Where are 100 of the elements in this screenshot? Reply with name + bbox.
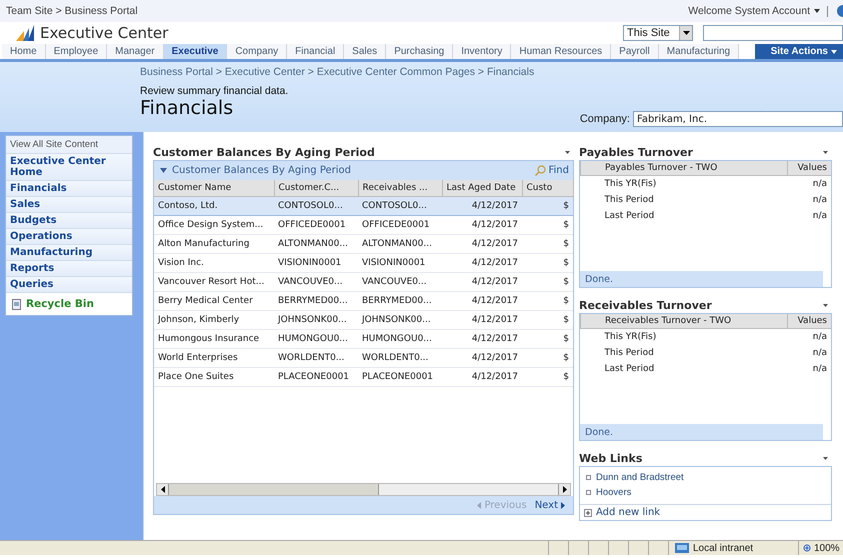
expand-icon [160,168,167,173]
caret-icon [823,150,828,154]
scope-dropdown[interactable]: This Site [623,25,693,41]
table-cell: Vision Inc. [154,254,274,272]
table-cell: 4/12/2017 [442,272,522,292]
nav-tab[interactable]: Payroll [611,44,659,59]
table-cell: ALTONMAN00... [358,234,442,254]
add-link[interactable]: Add new link [580,504,831,520]
site-actions-menu[interactable]: Site Actions [754,44,843,59]
sidebar-item[interactable]: Reports [6,261,132,277]
company-label: Company: [580,113,630,125]
nav-tab[interactable]: Purchasing [386,44,454,59]
logo-icon [16,25,36,41]
part-title: Web Links [579,452,642,464]
web-link[interactable]: Hoovers [596,487,632,498]
table-cell: n/a [787,328,831,344]
table-cell: WORLDENT0... [274,348,358,368]
table-cell: $ [522,292,573,310]
column-header[interactable]: Customer.C... [274,180,358,196]
table-cell: HUMONGOU0... [274,330,358,348]
nav-tab[interactable]: Manufacturing [658,44,740,59]
plus-icon [584,508,592,516]
table-cell: Vancouver Resort Hot... [154,272,274,292]
list-title: Customer Balances By Aging Period [172,165,351,176]
table-cell: VISIONIN0001 [274,254,358,272]
bullet-icon [586,490,591,495]
next-link[interactable]: Next [534,500,565,510]
nav-tab[interactable]: Company [227,44,288,59]
nav-tab[interactable]: Home [2,44,46,59]
web-link[interactable]: Dunn and Bradstreet [596,472,684,483]
nav-tab[interactable]: Inventory [453,44,512,59]
nav-tab[interactable]: Executive [164,44,228,59]
sidebar-item[interactable]: Financials [6,181,132,197]
table-cell: This YR(Fis) [580,176,787,192]
search-field[interactable] [703,25,843,41]
sidebar-item[interactable]: Manufacturing [6,245,132,261]
sidebar-item[interactable]: Sales [6,197,132,213]
nav-tab[interactable]: Sales [344,44,386,59]
caret-icon [823,456,828,460]
table-cell: 4/12/2017 [442,310,522,330]
caret-icon [823,304,828,306]
table-cell: 4/12/2017 [442,216,522,234]
table-cell: Alton Manufacturing [154,234,274,254]
caret-icon [814,9,820,13]
table-cell: n/a [787,176,831,192]
nav-tab[interactable]: Employee [46,44,108,59]
table-cell: $ [522,254,573,272]
site-title: Executive Center [40,24,168,42]
left-arrow-icon [477,502,482,508]
view-all-link[interactable]: View All Site Content [6,136,132,154]
table-cell-text: This Period [604,194,655,206]
column-header[interactable]: Last Aged Date [442,180,522,196]
horizontal-scrollbar[interactable] [156,483,571,496]
network-icon [675,543,689,553]
sidebar-item[interactable]: Queries [6,277,132,293]
table-cell: PLACEONE0001 [274,368,358,386]
table-cell: BERRYMED00... [274,292,358,310]
bullet-icon [586,475,591,480]
column-header[interactable]: Payables Turnover - TWO [580,161,787,176]
sidebar-item[interactable]: Executive Center Home [6,154,132,181]
site-breadcrumb[interactable]: Team Site > Business Portal [6,5,138,17]
table-cell: ALTONMAN00... [274,234,358,254]
table-cell-text: Last Period [604,362,656,376]
column-header[interactable]: Receivables ... [358,180,442,196]
sidebar-item[interactable]: Operations [6,229,132,245]
company-field[interactable]: Fabrikam, Inc. [633,111,843,127]
column-header[interactable]: Customer Name [154,180,274,196]
table-cell: VANCOUVE0... [274,272,358,292]
table-cell: PLACEONE0001 [358,368,442,386]
table-cell-text: n/a [812,194,828,206]
page-title: Financials [140,97,234,119]
status-message: Done. [580,424,823,440]
table-cell: 4/12/2017 [442,292,522,310]
table-cell: Place One Suites [154,368,274,386]
table-cell: CONTOSOL0... [358,196,442,216]
welcome-menu[interactable]: Welcome System Account [688,5,810,17]
column-header[interactable]: Values [787,161,831,176]
column-header[interactable]: Custo [522,180,573,196]
nav-tab[interactable]: Manager [107,44,164,59]
page-breadcrumb[interactable]: Business Portal > Executive Center > Executive Center Common Pages > Financials [140,62,843,78]
recycle-bin-link[interactable]: Recycle Bin [6,293,132,315]
part-title: Customer Balances By Aging Period [153,146,375,158]
find-button[interactable]: Find [534,165,569,176]
zoom-control[interactable]: 100% [798,541,843,555]
table-cell: $ [522,330,573,348]
nav-tab[interactable]: Financial [287,44,344,59]
right-arrow-icon [562,486,566,493]
table-cell: Berry Medical Center [154,292,274,310]
table-cell: $ [522,272,573,292]
caret-icon [682,31,690,35]
sidebar-item[interactable]: Budgets [6,213,132,229]
table-cell: VANCOUVE0... [358,272,442,292]
caret-icon [831,50,837,54]
column-header[interactable]: Values [787,314,831,328]
column-header[interactable]: Receivables Turnover - TWO [580,314,787,328]
left-arrow-icon [160,486,164,493]
table-cell: This YR(Fis) [580,328,787,344]
table-cell: $ [522,368,573,386]
nav-tab[interactable]: Human Resources [511,44,612,59]
status-message: Done. [580,271,823,287]
